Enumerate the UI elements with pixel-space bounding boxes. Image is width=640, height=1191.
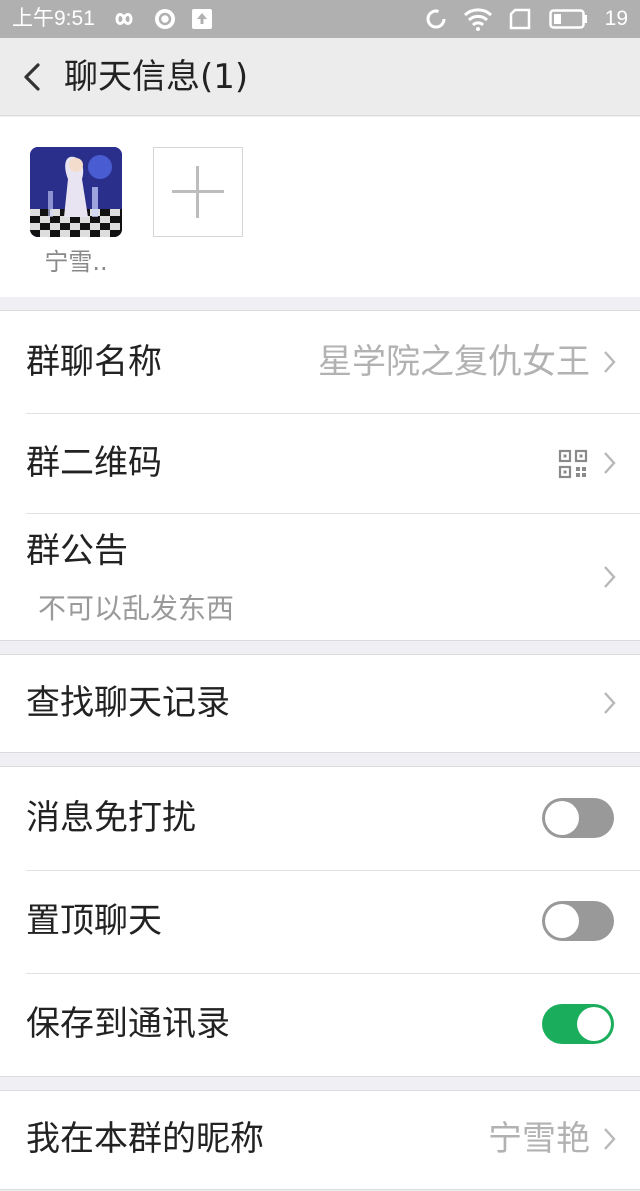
group-qr-label: 群二维码 [26,443,162,483]
group-name-row[interactable]: 群聊名称 星学院之复仇女王 [0,311,640,413]
title-bar: 聊天信息(1) [0,38,640,116]
chevron-right-icon [604,351,616,373]
plus-icon [172,166,224,218]
chevron-right-icon [604,566,616,588]
avatar[interactable] [30,147,122,237]
toggle-knob [545,904,579,938]
upload-icon [191,9,212,29]
chevron-right-icon [604,1128,616,1150]
member-name: 宁雪.. [44,248,108,276]
save-contacts-row: 保存到通讯录 [0,973,640,1076]
battery-icon [548,9,587,29]
search-history-label: 查找聊天记录 [26,683,230,723]
group-notice-row[interactable]: 群公告 不可以乱发东西 [0,513,640,640]
chevron-right-icon [604,452,616,474]
mute-row: 消息免打扰 [0,767,640,870]
search-section: 查找聊天记录 [0,654,640,753]
toggle-knob [577,1007,611,1041]
add-member-button[interactable] [153,147,243,237]
battery-level: 19 [604,7,628,30]
sync-icon [154,9,175,29]
nickname-label: 我在本群的昵称 [26,1119,264,1159]
search-history-row[interactable]: 查找聊天记录 [0,655,640,752]
toggle-knob [545,801,579,835]
avatar-image [30,147,122,237]
settings-section: 消息免打扰 置顶聊天 保存到通讯录 [0,766,640,1077]
members-section: 宁雪.. [0,117,640,297]
nickname-section: 我在本群的昵称 宁雪艳 [0,1090,640,1190]
group-info-section: 群聊名称 星学院之复仇女王 群二维码 群公告 不可以乱发东西 [0,310,640,641]
chevron-right-icon [604,692,616,714]
back-arrow-icon[interactable] [18,60,48,94]
group-notice-label: 群公告 [26,531,128,571]
pin-row: 置顶聊天 [0,870,640,973]
page-title: 聊天信息(1) [64,57,249,97]
group-notice-text: 不可以乱发东西 [38,592,235,625]
status-time: 上午9:51 [12,7,95,30]
save-contacts-toggle[interactable] [542,1004,614,1044]
sim-card-icon [509,8,530,30]
nickname-value: 宁雪艳 [488,1119,590,1159]
group-qr-row[interactable]: 群二维码 [0,413,640,513]
save-contacts-label: 保存到通讯录 [26,1004,230,1044]
pin-toggle[interactable] [542,901,614,941]
wifi-icon [463,8,492,31]
pin-label: 置顶聊天 [26,901,162,941]
infinity-icon [115,13,133,25]
mute-toggle[interactable] [542,798,614,838]
mute-label: 消息免打扰 [26,798,196,838]
group-name-label: 群聊名称 [26,342,162,382]
status-bar: 上午9:51 19 [0,0,640,38]
nickname-row[interactable]: 我在本群的昵称 宁雪艳 [0,1091,640,1191]
group-name-value: 星学院之复仇女王 [318,342,590,382]
qr-code-icon [558,449,588,479]
loading-circle-icon [426,9,446,29]
